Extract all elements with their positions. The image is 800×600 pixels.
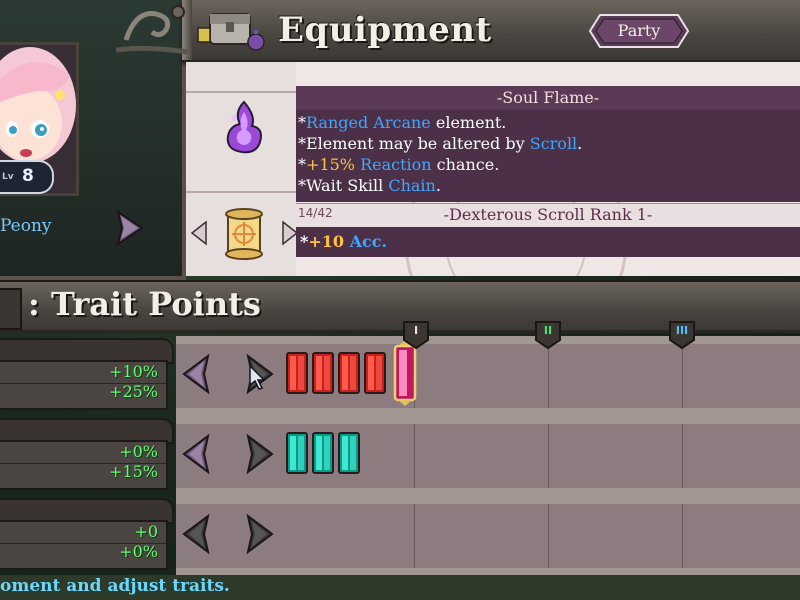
trait-stat-value: +0 — [134, 522, 158, 541]
description-segment: +15% — [306, 155, 355, 174]
trait-gem — [364, 352, 386, 394]
trait-stat-value: +15% — [109, 462, 158, 481]
trait-section-title: : Trait Points — [28, 285, 261, 323]
item-description-line: *Wait Skill Chain. — [298, 176, 441, 195]
trait-gem — [312, 432, 334, 474]
description-segment: Ranged Arcane — [306, 113, 431, 132]
description-segment: *Element may be altered by — [298, 134, 530, 153]
scroll-item-icon — [225, 208, 263, 260]
trait-stat-value: +0% — [119, 442, 158, 461]
trait-stat-tab: +0 +0% — [0, 498, 174, 570]
trait-gem — [286, 432, 308, 474]
tier-marker: I — [402, 320, 430, 350]
level-badge: Lv 8 — [0, 160, 54, 194]
scroll-name: -Dexterous Scroll Rank 1- — [443, 205, 653, 224]
trait-stat-tab: +10% +25% — [0, 338, 174, 410]
item-description-line: *Ranged Arcane element. — [298, 113, 506, 132]
description-segment: * — [298, 113, 306, 132]
scroll-bonus: *+10 Acc. — [300, 232, 387, 251]
description-segment: Chain — [388, 176, 436, 195]
equipment-chest-icon — [197, 13, 265, 51]
trait-gem — [312, 352, 334, 394]
trait-gem — [286, 352, 308, 394]
level-prefix: Lv — [2, 172, 14, 182]
item-description-line: *+15% Reaction chance. — [298, 155, 499, 174]
character-name: Peony — [0, 216, 52, 236]
decrease-trait-arrow-icon[interactable] — [178, 512, 214, 556]
description-segment: . — [435, 176, 441, 195]
decrease-trait-arrow-icon[interactable] — [178, 432, 214, 476]
trait-stat-value: +0% — [119, 542, 158, 561]
scroll-bonus-value: +10 — [308, 232, 345, 251]
ornament-swirl-icon — [116, 5, 188, 55]
decrease-trait-arrow-icon[interactable] — [178, 352, 214, 396]
description-segment: . — [577, 134, 583, 153]
item-description-line: *Element may be altered by Scroll. — [298, 134, 582, 153]
increase-trait-arrow-icon[interactable] — [242, 432, 278, 476]
scroll-bonus-stat: Acc. — [349, 232, 388, 251]
tier-marker: II — [534, 320, 562, 350]
description-segment: Scroll — [529, 134, 578, 153]
next-character-arrow-icon[interactable] — [112, 208, 148, 248]
trait-gem — [338, 352, 360, 394]
description-segment: *Wait Skill — [298, 176, 389, 195]
trait-stat-value: +10% — [109, 362, 158, 381]
soul-flame-icon — [226, 100, 262, 154]
page-title: Equipment — [278, 10, 492, 50]
hint-text: oment and adjust traits. — [0, 576, 230, 596]
tier-label: II — [543, 324, 553, 337]
description-segment: element. — [430, 113, 507, 132]
trait-gem — [338, 432, 360, 474]
description-segment: Reaction — [360, 155, 432, 174]
trait-stat-value: +25% — [109, 382, 158, 401]
tier-label: III — [675, 324, 689, 337]
item-name: -Soul Flame- — [296, 86, 800, 110]
tier-marker: III — [668, 320, 696, 350]
party-button-label: Party — [617, 21, 661, 40]
description-segment: * — [298, 155, 306, 174]
increase-trait-arrow-icon[interactable] — [242, 352, 278, 396]
trait-stat-tab: +0% +15% — [0, 418, 174, 490]
description-segment: chance. — [431, 155, 500, 174]
level-value: 8 — [22, 166, 34, 186]
increase-trait-arrow-icon[interactable] — [242, 512, 278, 556]
trait-points-box — [0, 288, 22, 330]
prev-scroll-arrow-icon[interactable] — [190, 220, 208, 246]
tier-label: I — [413, 324, 419, 337]
party-button[interactable]: Party — [588, 13, 690, 49]
